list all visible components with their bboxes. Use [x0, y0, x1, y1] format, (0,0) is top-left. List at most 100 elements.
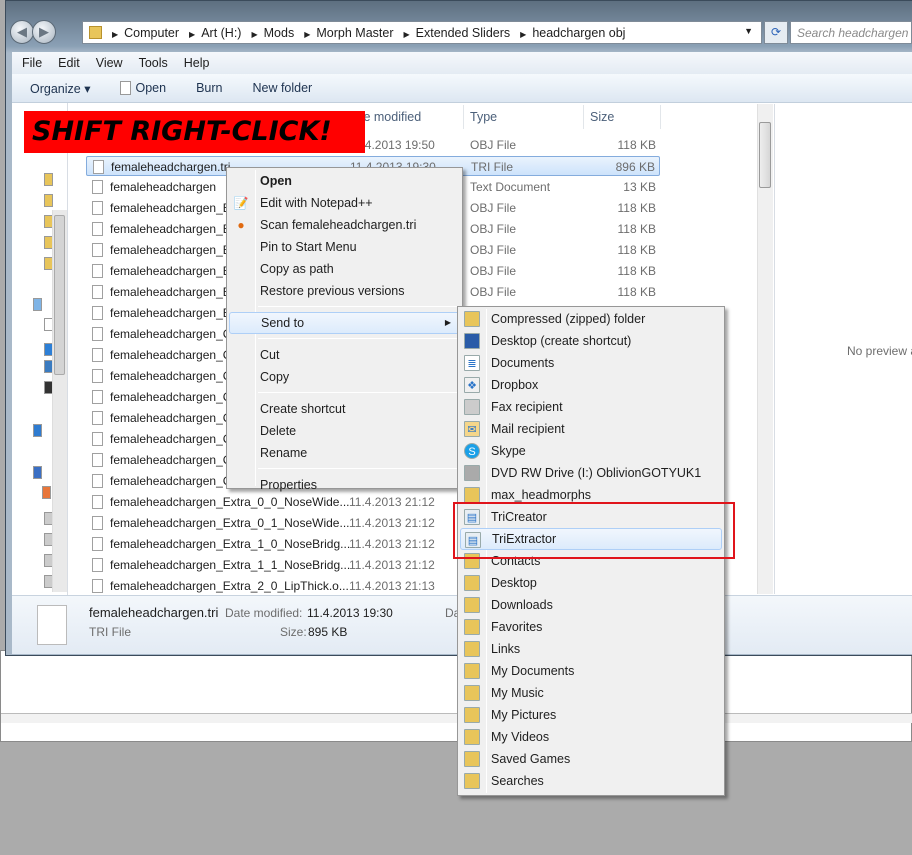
breadcrumb-item[interactable]: Computer: [124, 26, 179, 40]
details-type: TRI File: [89, 625, 131, 639]
refresh-button[interactable]: ⟳: [764, 21, 788, 44]
breadcrumb-arrow-icon[interactable]: ▶: [403, 30, 409, 39]
nav-item-icon[interactable]: [33, 424, 42, 437]
nav-item-icon[interactable]: [33, 466, 42, 479]
sendto-item-favorites[interactable]: Favorites: [460, 616, 722, 638]
breadcrumb-arrow-icon[interactable]: ▶: [304, 30, 310, 39]
search-input[interactable]: Search headchargen obj: [790, 21, 912, 44]
file-icon: [92, 453, 103, 467]
file-name: femaleheadchargen_B: [110, 222, 231, 236]
forward-button[interactable]: ▶: [32, 20, 56, 44]
dropbox-icon: ❖: [464, 377, 480, 393]
column-date[interactable]: te modified: [360, 110, 421, 124]
menu-item-label: Searches: [491, 774, 544, 788]
file-size: 118 KB: [617, 138, 656, 152]
menu-item-label: Restore previous versions: [260, 284, 405, 298]
context-item-edit-with-notepad-[interactable]: 📝 Edit with Notepad++: [229, 192, 460, 214]
nav-scroll-thumb[interactable]: [54, 215, 65, 375]
folder-icon: [464, 663, 480, 679]
context-item-restore-previous-versions[interactable]: Restore previous versions: [229, 280, 460, 302]
context-item-delete[interactable]: Delete: [229, 420, 460, 442]
nav-item-icon[interactable]: [42, 486, 51, 499]
notepad-icon: 📝: [233, 196, 249, 210]
context-item-pin-to-start-menu[interactable]: Pin to Start Menu: [229, 236, 460, 258]
open-button[interactable]: Open: [120, 81, 166, 96]
nav-item-icon[interactable]: [33, 298, 42, 311]
file-type: OBJ File: [470, 243, 517, 257]
context-item-scan-femaleheadchargen-tri[interactable]: ● Scan femaleheadchargen.tri: [229, 214, 460, 236]
sendto-item-saved-games[interactable]: Saved Games: [460, 748, 722, 770]
breadcrumb-item[interactable]: Art (H:): [201, 26, 241, 40]
sendto-item-downloads[interactable]: Downloads: [460, 594, 722, 616]
menu-bar: File Edit View Tools Help: [12, 52, 912, 74]
sendto-item-dropbox[interactable]: ❖ Dropbox: [460, 374, 722, 396]
menu-help[interactable]: Help: [184, 56, 210, 70]
context-item-create-shortcut[interactable]: Create shortcut: [229, 398, 460, 420]
context-item-rename[interactable]: Rename: [229, 442, 460, 464]
menu-item-label: max_headmorphs: [491, 488, 592, 502]
fax-icon: [464, 399, 480, 415]
file-name: femaleheadchargen_B: [110, 243, 231, 257]
file-icon: [92, 327, 103, 341]
sendto-item-my-music[interactable]: My Music: [460, 682, 722, 704]
menu-file[interactable]: File: [22, 56, 42, 70]
breadcrumb-arrow-icon[interactable]: ▶: [189, 30, 195, 39]
menu-item-label: DVD RW Drive (I:) OblivionGOTYUK1: [491, 466, 702, 480]
context-item-cut[interactable]: Cut: [229, 344, 460, 366]
back-button[interactable]: ◀: [10, 20, 34, 44]
nav-item-icon[interactable]: [44, 194, 53, 207]
sendto-item-desktop[interactable]: Desktop: [460, 572, 722, 594]
file-size: 118 KB: [617, 222, 656, 236]
menu-separator: [258, 468, 460, 469]
nav-item-icon[interactable]: [44, 173, 53, 186]
sendto-item-skype[interactable]: S Skype: [460, 440, 722, 462]
menu-edit[interactable]: Edit: [58, 56, 80, 70]
context-item-open[interactable]: Open: [229, 170, 460, 192]
chevron-down-icon[interactable]: ▼: [744, 26, 753, 36]
organize-button[interactable]: Organize ▾: [30, 81, 90, 96]
breadcrumb-item[interactable]: Extended Sliders: [416, 26, 511, 40]
sendto-item-documents[interactable]: ≣ Documents: [460, 352, 722, 374]
file-icon: [92, 180, 103, 194]
sendto-item-desktop-create-shortcut[interactable]: Desktop (create shortcut): [460, 330, 722, 352]
scroll-thumb[interactable]: [759, 122, 771, 188]
breadcrumb-arrow-icon[interactable]: ▶: [520, 30, 526, 39]
breadcrumb-item[interactable]: Morph Master: [316, 26, 393, 40]
context-item-properties[interactable]: Properties: [229, 474, 460, 496]
toolbar: Organize ▾ Open Burn New folder: [12, 74, 912, 103]
address-bar[interactable]: ▶ Computer ▶ Art (H:) ▶ Mods ▶ Morph Master ▶ Ext…: [82, 21, 762, 44]
breadcrumb-arrow-icon[interactable]: ▶: [112, 30, 118, 39]
breadcrumb-item[interactable]: Mods: [264, 26, 295, 40]
column-size[interactable]: Size: [590, 110, 614, 124]
sendto-item-searches[interactable]: Searches: [460, 770, 722, 792]
sendto-item-fax-recipient[interactable]: Fax recipient: [460, 396, 722, 418]
breadcrumb-arrow-icon[interactable]: ▶: [251, 30, 257, 39]
menu-tools[interactable]: Tools: [139, 56, 168, 70]
context-item-copy[interactable]: Copy: [229, 366, 460, 388]
file-icon: [92, 558, 103, 572]
sendto-item-dvd-rw-drive-i-obliviongotyuk1[interactable]: DVD RW Drive (I:) OblivionGOTYUK1: [460, 462, 722, 484]
context-item-send-to[interactable]: Send to ▶: [229, 312, 460, 334]
sendto-item-my-pictures[interactable]: My Pictures: [460, 704, 722, 726]
menu-item-label: Saved Games: [491, 752, 571, 766]
column-type[interactable]: Type: [470, 110, 497, 124]
file-type: Text Document: [470, 180, 551, 194]
sendto-item-my-documents[interactable]: My Documents: [460, 660, 722, 682]
menu-item-label: Delete: [260, 424, 297, 438]
burn-button[interactable]: Burn: [196, 81, 222, 95]
menu-item-label: Open: [260, 174, 292, 188]
sendto-item-my-videos[interactable]: My Videos: [460, 726, 722, 748]
menu-view[interactable]: View: [96, 56, 123, 70]
sendto-item-compressed-zipped-folder[interactable]: Compressed (zipped) folder: [460, 308, 722, 330]
new-folder-button[interactable]: New folder: [252, 81, 312, 95]
menu-item-label: Create shortcut: [260, 402, 346, 416]
sendto-item-mail-recipient[interactable]: ✉ Mail recipient: [460, 418, 722, 440]
folder-icon: [464, 641, 480, 657]
menu-item-label: Desktop (create shortcut): [491, 334, 632, 348]
context-item-copy-as-path[interactable]: Copy as path: [229, 258, 460, 280]
menu-item-label: Compressed (zipped) folder: [491, 312, 646, 326]
menu-item-label: Copy: [260, 370, 290, 384]
sendto-item-links[interactable]: Links: [460, 638, 722, 660]
folder-icon: [89, 26, 102, 39]
breadcrumb-item[interactable]: headchargen obj: [532, 26, 625, 40]
